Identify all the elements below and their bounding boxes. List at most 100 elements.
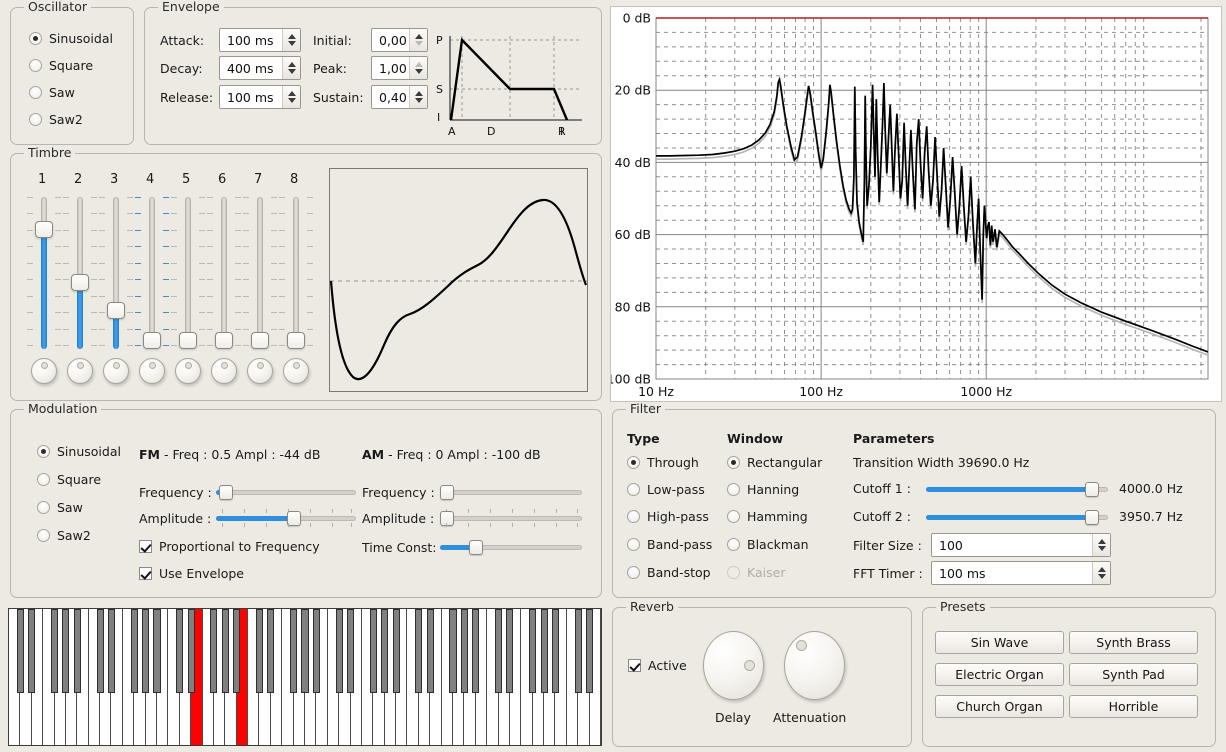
piano-black-key[interactable] — [347, 609, 355, 693]
slider-handle[interactable] — [440, 485, 454, 500]
piano-black-key[interactable] — [392, 609, 400, 693]
timbre-slider-2[interactable] — [69, 197, 91, 349]
slider-handle[interactable] — [469, 540, 483, 555]
timbre-knob-8[interactable] — [283, 358, 309, 384]
piano-black-key[interactable] — [96, 609, 104, 693]
piano-black-key[interactable] — [130, 609, 138, 693]
modulation-option-saw[interactable]: Saw — [37, 500, 83, 515]
proportional-to-frequency-checkbox[interactable]: Proportional to Frequency — [139, 539, 320, 554]
initial-spinbox[interactable]: 0,00 — [371, 28, 428, 52]
fm-amplitude-slider[interactable] — [216, 509, 356, 527]
slider-handle[interactable] — [215, 332, 233, 349]
preset-synth-pad-button[interactable]: Synth Pad — [1069, 663, 1198, 686]
filter-type-high-pass[interactable]: High-pass — [627, 509, 709, 524]
cutoff1-slider[interactable] — [926, 480, 1108, 498]
peak-spinbox[interactable]: 1,00 — [371, 56, 428, 80]
piano-black-key[interactable] — [369, 609, 377, 693]
piano-black-key[interactable] — [187, 609, 195, 693]
piano-black-key[interactable] — [449, 609, 457, 693]
piano-black-key[interactable] — [267, 609, 275, 693]
piano-black-key[interactable] — [506, 609, 514, 693]
piano-black-key[interactable] — [176, 609, 184, 693]
filter-type-through[interactable]: Through — [627, 455, 699, 470]
piano-black-key[interactable] — [153, 609, 161, 693]
piano-black-key[interactable] — [529, 609, 537, 693]
oscillator-option-saw[interactable]: Saw — [29, 85, 75, 100]
fft-timer-stepper[interactable] — [1092, 562, 1110, 584]
am-amplitude-slider[interactable] — [440, 509, 582, 527]
fft-timer-spinbox[interactable]: 100 ms — [931, 561, 1111, 585]
timbre-knob-4[interactable] — [139, 358, 165, 384]
timbre-knob-5[interactable] — [175, 358, 201, 384]
stepper-up-icon[interactable] — [1097, 567, 1106, 572]
attenuation-knob[interactable] — [784, 631, 845, 700]
preset-sin-wave-button[interactable]: Sin Wave — [935, 631, 1064, 654]
piano-black-key[interactable] — [28, 609, 36, 693]
slider-handle[interactable] — [1085, 510, 1099, 525]
piano-black-key[interactable] — [426, 609, 434, 693]
attack-spinbox[interactable]: 100 ms — [219, 28, 301, 52]
piano-black-key[interactable] — [312, 609, 320, 693]
filter-size-stepper[interactable] — [1092, 534, 1110, 556]
piano-black-key[interactable] — [335, 609, 343, 693]
piano-black-key[interactable] — [62, 609, 70, 693]
piano-keyboard[interactable] — [8, 608, 602, 746]
stepper-down-icon[interactable] — [414, 98, 423, 103]
preset-electric-organ-button[interactable]: Electric Organ — [935, 663, 1064, 686]
stepper-down-icon[interactable] — [287, 98, 296, 103]
piano-black-key[interactable] — [107, 609, 115, 693]
sustain-spinbox[interactable]: 0,40 — [371, 85, 428, 109]
oscillator-option-saw2[interactable]: Saw2 — [29, 112, 83, 127]
slider-handle[interactable] — [219, 485, 233, 500]
decay-stepper[interactable] — [282, 57, 300, 79]
timbre-knob-6[interactable] — [211, 358, 237, 384]
piano-black-key[interactable] — [221, 609, 229, 693]
piano-black-key[interactable] — [495, 609, 503, 693]
piano-black-key[interactable] — [233, 609, 241, 693]
stepper-up-icon[interactable] — [287, 62, 296, 67]
oscillator-option-sinusoidal[interactable]: Sinusoidal — [29, 31, 113, 46]
am-frequency-slider[interactable] — [440, 483, 582, 501]
timbre-slider-7[interactable] — [249, 197, 271, 349]
piano-black-key[interactable] — [16, 609, 24, 693]
stepper-down-icon[interactable] — [287, 69, 296, 74]
piano-black-key[interactable] — [586, 609, 594, 693]
preset-synth-brass-button[interactable]: Synth Brass — [1069, 631, 1198, 654]
stepper-down-icon[interactable] — [1097, 574, 1106, 579]
filter-window-blackman[interactable]: Blackman — [727, 537, 809, 552]
piano-black-key[interactable] — [210, 609, 218, 693]
filter-type-low-pass[interactable]: Low-pass — [627, 482, 705, 497]
timbre-slider-1[interactable] — [33, 197, 55, 349]
slider-handle[interactable] — [287, 332, 305, 349]
modulation-option-saw2[interactable]: Saw2 — [37, 528, 91, 543]
peak-stepper[interactable] — [409, 57, 427, 79]
reverb-active-checkbox[interactable]: Active — [628, 658, 687, 673]
slider-handle[interactable] — [107, 302, 125, 319]
timbre-slider-5[interactable] — [177, 197, 199, 349]
piano-black-key[interactable] — [551, 609, 559, 693]
filter-window-hanning[interactable]: Hanning — [727, 482, 799, 497]
filter-window-rectangular[interactable]: Rectangular — [727, 455, 822, 470]
timbre-knob-7[interactable] — [247, 358, 273, 384]
stepper-up-icon[interactable] — [287, 34, 296, 39]
piano-black-key[interactable] — [460, 609, 468, 693]
release-spinbox[interactable]: 100 ms — [219, 85, 301, 109]
timbre-slider-6[interactable] — [213, 197, 235, 349]
oscillator-option-square[interactable]: Square — [29, 58, 93, 73]
piano-black-key[interactable] — [290, 609, 298, 693]
preset-church-organ-button[interactable]: Church Organ — [935, 695, 1064, 718]
piano-black-key[interactable] — [381, 609, 389, 693]
modulation-option-square[interactable]: Square — [37, 472, 101, 487]
decay-spinbox[interactable]: 400 ms — [219, 56, 301, 80]
timbre-slider-3[interactable] — [105, 197, 127, 349]
stepper-down-icon[interactable] — [1097, 546, 1106, 551]
stepper-down-icon[interactable] — [414, 69, 423, 74]
use-envelope-checkbox[interactable]: Use Envelope — [139, 566, 244, 581]
modulation-option-sinusoidal[interactable]: Sinusoidal — [37, 444, 121, 459]
piano-black-key[interactable] — [255, 609, 263, 693]
filter-window-hamming[interactable]: Hamming — [727, 509, 808, 524]
timbre-knob-3[interactable] — [103, 358, 129, 384]
timbre-slider-4[interactable] — [141, 197, 163, 349]
stepper-up-icon[interactable] — [414, 34, 423, 39]
stepper-up-icon[interactable] — [287, 91, 296, 96]
